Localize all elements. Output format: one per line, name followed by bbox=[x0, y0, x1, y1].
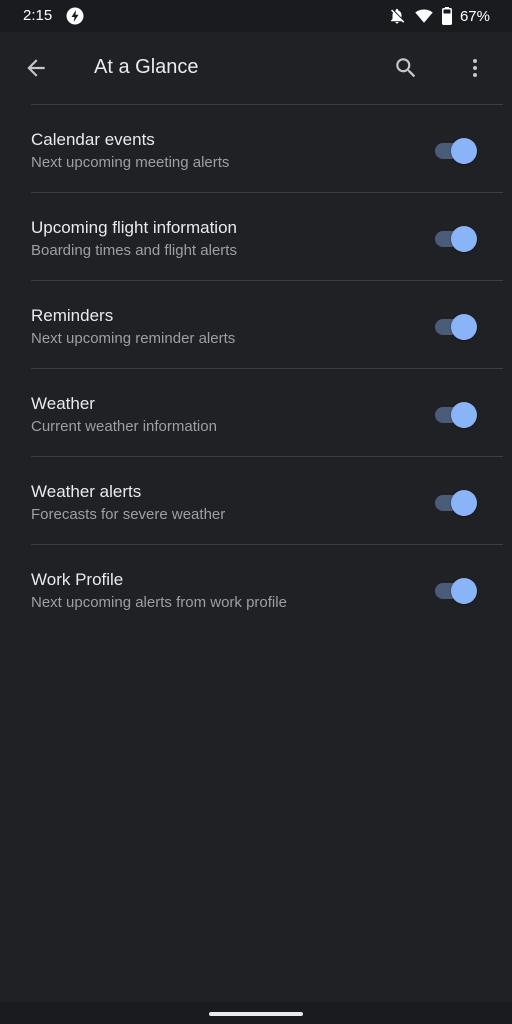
setting-row-weather[interactable]: Weather Current weather information bbox=[31, 368, 503, 456]
battery-percent: 67% bbox=[459, 7, 490, 25]
setting-row-reminders[interactable]: Reminders Next upcoming reminder alerts bbox=[31, 280, 503, 368]
setting-title: Weather alerts bbox=[31, 482, 142, 501]
weather-alerts-toggle[interactable] bbox=[434, 489, 478, 517]
setting-row-weather-alerts[interactable]: Weather alerts Forecasts for severe weat… bbox=[31, 456, 503, 544]
app-bar: At a Glance bbox=[0, 32, 512, 104]
status-time: 2:15 bbox=[23, 7, 53, 24]
calendar-events-toggle[interactable] bbox=[434, 137, 478, 165]
setting-title: Work Profile bbox=[31, 570, 124, 589]
wifi-icon bbox=[415, 9, 433, 23]
back-button[interactable] bbox=[18, 50, 54, 86]
setting-subtitle: Current weather information bbox=[31, 418, 217, 435]
work-profile-toggle[interactable] bbox=[434, 577, 478, 605]
settings-list: Calendar events Next upcoming meeting al… bbox=[0, 104, 512, 632]
back-arrow-icon bbox=[27, 59, 45, 77]
setting-title: Calendar events bbox=[31, 130, 155, 149]
more-vert-icon bbox=[473, 59, 477, 77]
setting-subtitle: Next upcoming meeting alerts bbox=[31, 154, 230, 171]
status-icons: 67% bbox=[388, 6, 490, 26]
search-icon bbox=[396, 58, 416, 78]
flight-information-toggle[interactable] bbox=[434, 225, 478, 253]
setting-row-calendar-events[interactable]: Calendar events Next upcoming meeting al… bbox=[31, 104, 503, 192]
setting-row-work-profile[interactable]: Work Profile Next upcoming alerts from w… bbox=[31, 544, 503, 632]
reminders-toggle[interactable] bbox=[434, 313, 478, 341]
status-bar: 2:15 67% bbox=[0, 0, 512, 32]
weather-toggle[interactable] bbox=[434, 401, 478, 429]
setting-subtitle: Next upcoming alerts from work profile bbox=[31, 594, 287, 611]
setting-row-flight-information[interactable]: Upcoming flight information Boarding tim… bbox=[31, 192, 503, 280]
navigation-bar bbox=[0, 1002, 512, 1024]
more-options-button[interactable] bbox=[457, 50, 493, 86]
setting-title: Reminders bbox=[31, 306, 114, 325]
search-button[interactable] bbox=[388, 50, 424, 86]
setting-subtitle: Boarding times and flight alerts bbox=[31, 242, 237, 259]
notifications-off-icon bbox=[390, 8, 405, 24]
bolt-icon bbox=[66, 7, 84, 25]
setting-title: Weather bbox=[31, 394, 95, 413]
setting-title: Upcoming flight information bbox=[31, 218, 237, 237]
home-gesture-handle[interactable] bbox=[209, 1012, 303, 1016]
setting-subtitle: Forecasts for severe weather bbox=[31, 506, 226, 523]
setting-subtitle: Next upcoming reminder alerts bbox=[31, 330, 236, 347]
battery-icon bbox=[441, 7, 452, 25]
page-title: At a Glance bbox=[94, 56, 199, 78]
